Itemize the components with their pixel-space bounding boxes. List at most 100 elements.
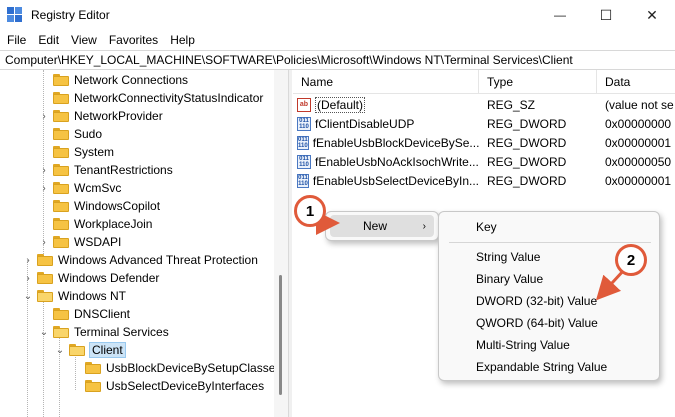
tree-item-usbblockdevicebysetupclasses[interactable]: UsbBlockDeviceBySetupClasse — [70, 359, 275, 377]
folder-icon — [85, 362, 101, 374]
context-menu: New › — [325, 211, 439, 241]
chevron-down-icon[interactable]: ⌄ — [54, 345, 66, 356]
value-data: 0x00000001 (1 — [605, 135, 675, 150]
tree-item-sudo[interactable]: Sudo — [38, 125, 102, 143]
value-data: 0x00000000 (0 — [605, 116, 675, 131]
column-header-type[interactable]: Type — [479, 70, 597, 94]
value-name: fEnableUsbBlockDeviceBySe... — [312, 135, 479, 150]
value-type: REG_DWORD — [487, 135, 567, 150]
tree-item-terminal-services[interactable]: ⌄ Terminal Services — [38, 323, 169, 341]
submenu-item-key[interactable]: Key — [443, 216, 657, 237]
folder-icon — [53, 128, 69, 140]
value-data: 0x00000050 (8 — [605, 154, 675, 169]
folder-icon — [37, 272, 53, 284]
tree-item-label: WindowsCopilot — [74, 199, 161, 213]
tree-item-workplacejoin[interactable]: WorkplaceJoin — [38, 215, 152, 233]
open-folder-icon — [53, 326, 69, 338]
tree-item-label: WSDAPI — [74, 235, 122, 249]
value-type: REG_DWORD — [487, 116, 567, 131]
minimize-button[interactable]: — — [537, 0, 583, 30]
submenu-item-expandable-string-value[interactable]: Expandable String Value — [443, 356, 657, 377]
tree-scrollbar-thumb[interactable] — [279, 275, 282, 395]
step-1-badge: 1 — [294, 195, 326, 227]
submenu-item-dword-value[interactable]: DWORD (32-bit) Value — [443, 290, 657, 311]
tree-item-system[interactable]: System — [38, 143, 114, 161]
menu-edit[interactable]: Edit — [32, 33, 65, 47]
dword-value-icon: 011 110 — [297, 116, 311, 131]
value-name: fClientDisableUDP — [315, 116, 415, 131]
close-button[interactable]: ✕ — [629, 0, 675, 30]
string-value-icon: ab — [297, 97, 311, 112]
menu-file[interactable]: File — [0, 33, 32, 47]
tree-item-label: NetworkProvider — [74, 109, 163, 123]
address-path: Computer\HKEY_LOCAL_MACHINE\SOFTWARE\Pol… — [5, 53, 573, 67]
value-row[interactable]: 011 110 fEnableUsbBlockDeviceBySe... REG_… — [293, 133, 675, 152]
menu-bar: File Edit View Favorites Help — [0, 30, 675, 50]
step-2-badge: 2 — [615, 244, 647, 276]
open-folder-icon — [37, 290, 53, 302]
pane-splitter[interactable] — [288, 70, 292, 417]
tree-item-network-connections[interactable]: Network Connections — [38, 71, 188, 89]
tree-item-label: DNSClient — [74, 307, 131, 321]
column-header-data[interactable]: Data — [597, 70, 675, 94]
tree-item-client[interactable]: ⌄ Client — [54, 341, 126, 359]
folder-icon — [53, 236, 69, 248]
value-type: REG_SZ — [487, 97, 536, 112]
submenu-separator — [449, 242, 651, 243]
tree-item-usbselectdevicebyinterfaces[interactable]: UsbSelectDeviceByInterfaces — [70, 377, 264, 395]
submenu-item-multi-string-value[interactable]: Multi-String Value — [443, 334, 657, 355]
tree-item-label: TenantRestrictions — [74, 163, 173, 177]
folder-icon — [53, 182, 69, 194]
registry-editor-icon — [7, 7, 23, 23]
chevron-right-icon[interactable]: › — [38, 165, 50, 176]
open-folder-icon — [69, 344, 85, 356]
folder-icon — [37, 254, 53, 266]
column-header-name[interactable]: Name — [293, 70, 479, 94]
value-row[interactable]: 011 110 fEnableUsbSelectDeviceByIn... REG… — [293, 171, 675, 190]
tree-item-windows-advanced-threat-protection[interactable]: › Windows Advanced Threat Protection — [22, 251, 258, 269]
chevron-down-icon[interactable]: ⌄ — [22, 291, 34, 302]
tree-item-networkprovider[interactable]: › NetworkProvider — [38, 107, 163, 125]
folder-icon — [53, 92, 69, 104]
folder-icon — [85, 380, 101, 392]
value-type: REG_DWORD — [487, 173, 567, 188]
value-type: REG_DWORD — [487, 154, 567, 169]
maximize-button[interactable]: ☐ — [583, 0, 629, 30]
menu-favorites[interactable]: Favorites — [103, 33, 164, 47]
chevron-right-icon[interactable]: › — [38, 237, 50, 248]
chevron-right-icon[interactable]: › — [38, 183, 50, 194]
tree-item-networkconnectivitystatusindicator[interactable]: NetworkConnectivityStatusIndicator — [38, 89, 263, 107]
tree-item-label: WorkplaceJoin — [74, 217, 153, 231]
menu-item-new[interactable]: New › — [330, 215, 434, 237]
submenu-item-qword-value[interactable]: QWORD (64-bit) Value — [443, 312, 657, 333]
tree-item-dnsclient[interactable]: DNSClient — [38, 305, 130, 323]
tree-item-wsdapi[interactable]: › WSDAPI — [38, 233, 121, 251]
value-row[interactable]: 011 110 fEnableUsbNoAckIsochWrite... REG_… — [293, 152, 675, 171]
chevron-down-icon[interactable]: ⌄ — [38, 327, 50, 338]
dword-value-icon: 011 110 — [297, 135, 309, 150]
tree-item-windows-defender[interactable]: › Windows Defender — [22, 269, 159, 287]
tree-item-label: Windows Advanced Threat Protection — [58, 253, 258, 267]
menu-view[interactable]: View — [65, 33, 103, 47]
value-name: (Default) — [315, 96, 366, 113]
chevron-right-icon[interactable]: › — [22, 273, 34, 284]
menu-item-new-label: New — [363, 219, 388, 233]
tree-item-label: UsbBlockDeviceBySetupClasse — [106, 361, 276, 375]
folder-icon — [53, 146, 69, 158]
menu-help[interactable]: Help — [164, 33, 201, 47]
chevron-right-icon[interactable]: › — [22, 255, 34, 266]
tree-item-label: NetworkConnectivityStatusIndicator — [74, 91, 264, 105]
tree-item-wcmsvc[interactable]: › WcmSvc — [38, 179, 121, 197]
tree-item-tenantrestrictions[interactable]: › TenantRestrictions — [38, 161, 173, 179]
tree-item-windowscopilot[interactable]: WindowsCopilot — [38, 197, 160, 215]
folder-icon — [53, 164, 69, 176]
value-row[interactable]: 011 110 fClientDisableUDP REG_DWORD 0x000… — [293, 114, 675, 133]
title-bar: Registry Editor — ☐ ✕ — [0, 0, 675, 30]
tree-item-label: Terminal Services — [74, 325, 169, 339]
value-row-default[interactable]: ab (Default) REG_SZ (value not se — [293, 95, 675, 114]
address-bar[interactable]: Computer\HKEY_LOCAL_MACHINE\SOFTWARE\Pol… — [0, 50, 675, 70]
tree-item-windows-nt[interactable]: ⌄ Windows NT — [22, 287, 126, 305]
value-name: fEnableUsbNoAckIsochWrite... — [315, 154, 479, 169]
chevron-right-icon[interactable]: › — [38, 111, 50, 122]
tree-scrollbar[interactable] — [274, 70, 288, 417]
